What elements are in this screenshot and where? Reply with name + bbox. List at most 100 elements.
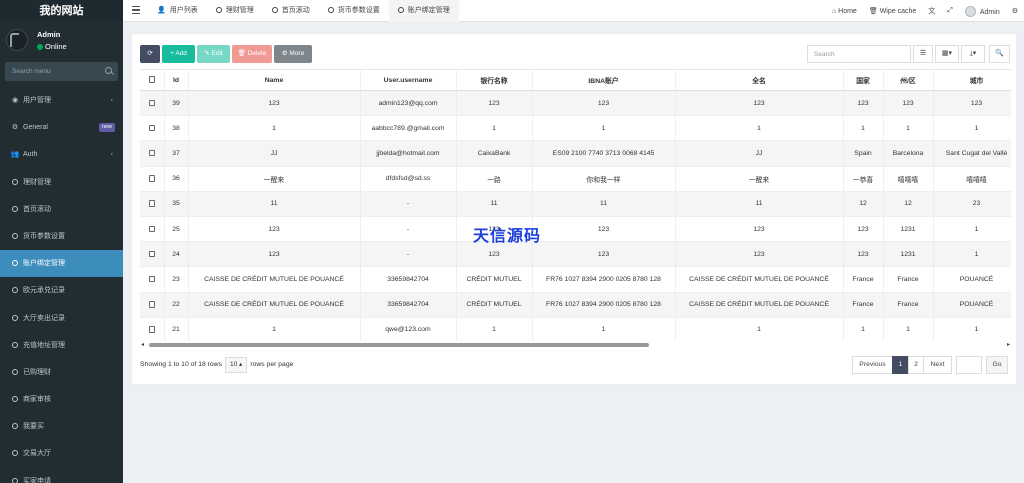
table-cell: 1	[188, 317, 361, 341]
row-checkbox[interactable]	[148, 200, 155, 207]
page-1-button[interactable]: 1	[892, 356, 909, 374]
tab-4[interactable]: 账户绑定管理	[388, 0, 459, 22]
column-header[interactable]: 州/区	[883, 69, 934, 91]
sidebar-item-6[interactable]: 账户绑定管理	[0, 250, 123, 278]
table-cell: -	[360, 191, 457, 217]
toggle-view-button[interactable]: ☰	[913, 45, 933, 63]
column-header[interactable]: Id	[164, 69, 189, 91]
table-row[interactable]: 36 一醒来 dfdsfsd@sd.ss 一路 你和我一样 一醒来 一恭喜 嘻嘻嘻 嘻嘻嘻	[140, 166, 1011, 192]
row-checkbox[interactable]	[148, 250, 155, 258]
sidebar-item-8[interactable]: 大厅卖出记录	[0, 305, 123, 332]
sidebar-item-10[interactable]: 已购理财	[0, 359, 123, 386]
search-icon[interactable]	[105, 67, 112, 74]
row-checkbox[interactable]	[148, 99, 155, 107]
sidebar-item-4[interactable]: 首页滚动	[0, 196, 123, 223]
edit-button[interactable]: ✎ Edit	[197, 45, 230, 63]
sidebar-item-13[interactable]: 交易大厅	[0, 440, 123, 467]
home-link[interactable]: ⌂ Home	[832, 8, 857, 15]
refresh-button[interactable]: ⟳	[140, 45, 160, 63]
table-cell: 1	[933, 115, 1011, 142]
sidebar-item-1[interactable]: ⚙ General new	[0, 114, 123, 141]
page-2-button[interactable]: 2	[908, 356, 924, 374]
table-row[interactable]: 38 1 aabbcc789.@gmail.com 1 1 1 1 1 1	[140, 115, 1011, 142]
table-cell: 23	[164, 266, 189, 293]
sidebar-item-12[interactable]: 我要买	[0, 413, 123, 440]
select-all-checkbox[interactable]	[148, 76, 155, 83]
table-row[interactable]: 37 JJ jjbelda@hotmail.com CaixaBank ES09 210…	[140, 140, 1011, 167]
table-row[interactable]: 25 123-123 123 123 123 1231 1	[140, 216, 1011, 243]
row-checkbox[interactable]	[148, 301, 155, 308]
table-cell: 1	[675, 115, 844, 142]
row-checkbox[interactable]	[148, 225, 155, 232]
menu-search-input[interactable]	[5, 62, 118, 81]
language-icon[interactable]: 文	[928, 6, 935, 16]
row-checkbox[interactable]	[148, 124, 155, 132]
sidebar-item-14[interactable]: 买家申请	[0, 468, 123, 483]
sidebar-item-11[interactable]: 商家审核	[0, 386, 123, 413]
download-icon: ⤓▾	[969, 50, 977, 57]
next-page-button[interactable]: Next	[923, 356, 952, 374]
sidebar-item-0[interactable]: ◉ 用户管理 ‹	[0, 87, 123, 114]
table-row[interactable]: 35 11-11 11 11 12 12 23	[140, 191, 1011, 217]
table-row[interactable]: 23 CAISSE DE CRÉDIT MUTUEL DE POUANCÉ 3365…	[140, 266, 1011, 293]
scroll-left-icon[interactable]: ◂	[141, 341, 144, 348]
settings-icon[interactable]: ⚙	[1012, 7, 1018, 15]
row-checkbox[interactable]	[148, 275, 155, 283]
table-cell: 1	[933, 216, 1011, 243]
export-button[interactable]: ⤓▾	[961, 45, 985, 63]
delete-button[interactable]: 🗑 Delete	[232, 45, 272, 63]
column-header[interactable]: 银行名称	[456, 69, 533, 91]
select-all-cell	[140, 69, 165, 91]
column-header[interactable]: Name	[188, 69, 361, 91]
column-header[interactable]: 国家	[843, 69, 884, 91]
page-size-dropdown[interactable]: 10 ▴	[225, 357, 248, 373]
table-cell: POUANCÉ	[933, 292, 1011, 318]
circle-icon	[10, 386, 20, 413]
advanced-search-button[interactable]: 🔍	[989, 45, 1010, 63]
pencil-icon: ✎	[204, 50, 210, 57]
table-cell: 24	[164, 241, 189, 268]
column-header[interactable]: 城市	[933, 69, 1011, 91]
tab-1[interactable]: 理财管理	[207, 0, 263, 22]
sidebar-item-9[interactable]: 充值地址管理	[0, 332, 123, 359]
table-row[interactable]: 21 1 qwe@123.com 1 1 1 1 1 1	[140, 317, 1011, 341]
table-cell: 123	[675, 241, 844, 268]
user-panel: Admin Online	[0, 22, 123, 60]
more-button[interactable]: ⚙ More	[274, 45, 312, 63]
refresh-icon: ⟳	[147, 50, 153, 57]
wipe-cache-button[interactable]: 🗑 Wipe cache	[869, 7, 916, 15]
column-header[interactable]: 全名	[675, 69, 844, 91]
table-cell: 123	[532, 216, 676, 243]
column-header[interactable]: IBNA账户	[532, 69, 676, 91]
table-search-input[interactable]	[808, 46, 910, 62]
sidebar-item-7[interactable]: 欧元承兑记录	[0, 277, 123, 304]
column-header[interactable]: User.username	[360, 69, 457, 91]
tab-0[interactable]: 👤 用户列表	[148, 0, 207, 22]
row-checkbox[interactable]	[148, 149, 155, 157]
sidebar-item-3[interactable]: 理财管理	[0, 169, 123, 196]
fullscreen-icon[interactable]: ⤢	[947, 7, 953, 15]
page-jump-input[interactable]	[956, 356, 982, 374]
admin-menu[interactable]: Admin	[964, 5, 1000, 17]
table-row[interactable]: 39 123 admin123@qq.com 123 123 123 123 123 123	[140, 90, 1011, 117]
scroll-right-icon[interactable]: ▸	[1007, 341, 1010, 348]
sidebar-item-label: 首页滚动	[23, 205, 51, 213]
site-logo[interactable]: 我的网站	[0, 0, 123, 22]
tab-2[interactable]: 首页滚动	[263, 0, 319, 22]
table-cell: 123	[843, 216, 884, 243]
table-cell: 1	[843, 115, 884, 142]
sidebar-item-2[interactable]: 👥 Auth ‹	[0, 141, 123, 168]
horizontal-scrollbar[interactable]: ◂ ▸	[140, 341, 1011, 349]
tab-3[interactable]: 货币参数设置	[319, 0, 389, 22]
table-row[interactable]: 22 CAISSE DE CRÉDIT MUTUEL DE POUANCÉ 3365…	[140, 292, 1011, 318]
sidebar-item-5[interactable]: 货币参数设置	[0, 223, 123, 250]
columns-button[interactable]: ▦▾	[935, 45, 959, 63]
add-button[interactable]: + Add	[162, 45, 195, 63]
previous-page-button[interactable]: Previous	[852, 356, 893, 374]
go-button[interactable]: Go	[986, 356, 1008, 374]
row-checkbox[interactable]	[148, 326, 155, 333]
scrollbar-thumb[interactable]	[149, 343, 649, 347]
row-checkbox[interactable]	[148, 175, 155, 182]
menu-toggle-icon[interactable]	[132, 6, 140, 14]
table-row[interactable]: 24 123-123 123 123 123 1231 1	[140, 241, 1011, 268]
